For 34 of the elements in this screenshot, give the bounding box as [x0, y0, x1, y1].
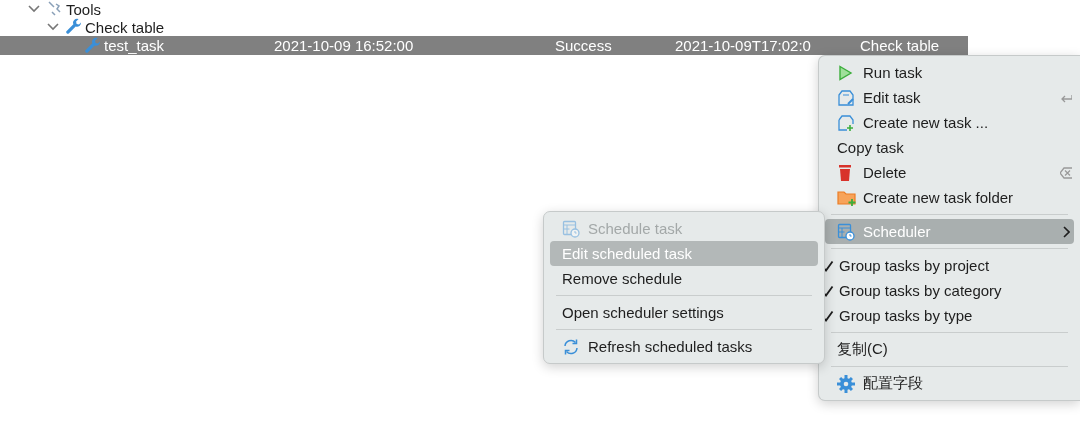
- delete-key-icon: [1060, 165, 1072, 180]
- menu-item[interactable]: Delete: [825, 160, 1074, 185]
- folder-add-icon: [837, 188, 857, 207]
- edit-box-icon: [837, 88, 855, 107]
- tree-label[interactable]: Check table: [85, 18, 165, 36]
- tree-row[interactable]: test_task 2021-10-09 16:52:00 Success 2021-10-09T17:02:0 Check table: [0, 36, 968, 55]
- menu-item[interactable]: 复制(C): [825, 337, 1074, 362]
- menu-item[interactable]: Open scheduler settings: [550, 300, 818, 325]
- menu-item[interactable]: Edit task: [825, 85, 1074, 110]
- refresh-icon: [562, 337, 580, 356]
- menu-item[interactable]: Copy task: [825, 135, 1074, 160]
- menu-item[interactable]: Create new task ...: [825, 110, 1074, 135]
- add-box-icon: [837, 113, 855, 132]
- menu-item[interactable]: Refresh scheduled tasks: [550, 334, 818, 359]
- play-icon: [837, 64, 853, 81]
- tree-label[interactable]: test_task: [104, 37, 165, 54]
- menu-item[interactable]: Remove schedule: [550, 266, 818, 291]
- menu-item[interactable]: Create new task folder: [825, 185, 1074, 210]
- calendar-clock-icon: [562, 219, 580, 238]
- trash-icon: [837, 163, 853, 182]
- chevron-down-icon[interactable]: [47, 23, 59, 31]
- menu-item[interactable]: 配置字段: [825, 371, 1074, 396]
- table-cell-text: Check table: [860, 37, 941, 54]
- tree-label[interactable]: Tools: [66, 0, 102, 18]
- chevron-right-icon: [1063, 225, 1070, 238]
- wrench-icon: [84, 36, 102, 55]
- menu-item[interactable]: Run task: [825, 60, 1074, 85]
- calendar-clock-icon: [837, 222, 855, 241]
- wrench-icon: [65, 18, 83, 36]
- chevron-down-icon[interactable]: [28, 5, 40, 13]
- settings-icon: [837, 374, 855, 393]
- table-cell-text: 2021-10-09T17:02:0: [675, 37, 812, 54]
- table-cell-text: Success: [555, 37, 613, 54]
- table-cell-text: 2021-10-09 16:52:00: [274, 37, 415, 54]
